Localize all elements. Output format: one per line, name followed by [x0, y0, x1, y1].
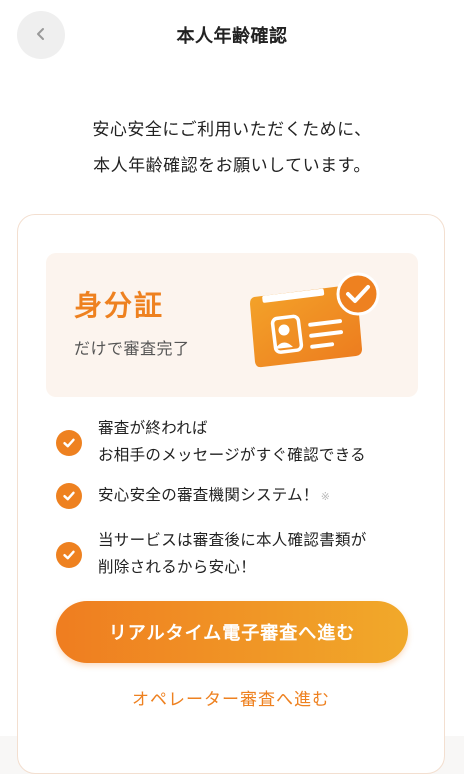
- operator-review-link[interactable]: オペレーター審査へ進む: [18, 685, 444, 710]
- intro-line-2: 本人年齢確認をお願いしています。: [93, 156, 371, 176]
- list-item-line: お相手のメッセージがすぐ確認できる: [98, 446, 366, 464]
- promo-title: 身分証: [74, 289, 165, 322]
- promo-subtitle: だけで審査完了: [74, 339, 190, 358]
- list-item-line: 削除されるから安心！: [98, 558, 257, 576]
- list-item-line: 当サービスは審査後に本人確認書類が: [98, 531, 367, 549]
- main-content: 安心安全にご利用いただくために、 本人年齢確認をお願いしています。 身分証 だけ…: [0, 78, 464, 774]
- realtime-review-button[interactable]: リアルタイム電子審査へ進む: [56, 601, 408, 663]
- list-item-line: 審査が終われば: [98, 419, 208, 437]
- list-item: 安心安全の審査機関システム！ ※: [56, 482, 330, 510]
- intro-text: 安心安全にご利用いただくために、 本人年齢確認をお願いしています。: [0, 112, 464, 184]
- list-item: 審査が終われば お相手のメッセージがすぐ確認できる: [56, 415, 366, 469]
- check-circle-icon: [56, 483, 82, 509]
- id-card-check-icon: [250, 271, 380, 371]
- list-item: 当サービスは審査後に本人確認書類が 削除されるから安心！: [56, 527, 367, 581]
- check-circle-icon: [56, 542, 82, 568]
- intro-line-1: 安心安全にご利用いただくために、: [92, 120, 372, 140]
- footnote-mark: ※: [320, 490, 331, 503]
- list-item-text: 安心安全の審査機関システム！ ※: [98, 482, 330, 510]
- verification-card: 身分証 だけで審査完了 審査が終われば お相手のメッセージがすぐ確認できる 安心…: [17, 214, 445, 774]
- check-circle-icon: [56, 430, 82, 456]
- app-header: 本人年齢確認: [0, 0, 464, 78]
- page-title: 本人年齢確認: [176, 26, 288, 47]
- list-item-text: 当サービスは審査後に本人確認書類が 削除されるから安心！: [98, 527, 367, 581]
- promo-banner: 身分証 だけで審査完了: [46, 253, 418, 397]
- list-item-text: 審査が終われば お相手のメッセージがすぐ確認できる: [98, 415, 366, 469]
- list-item-line: 安心安全の審査機関システム！: [98, 486, 319, 504]
